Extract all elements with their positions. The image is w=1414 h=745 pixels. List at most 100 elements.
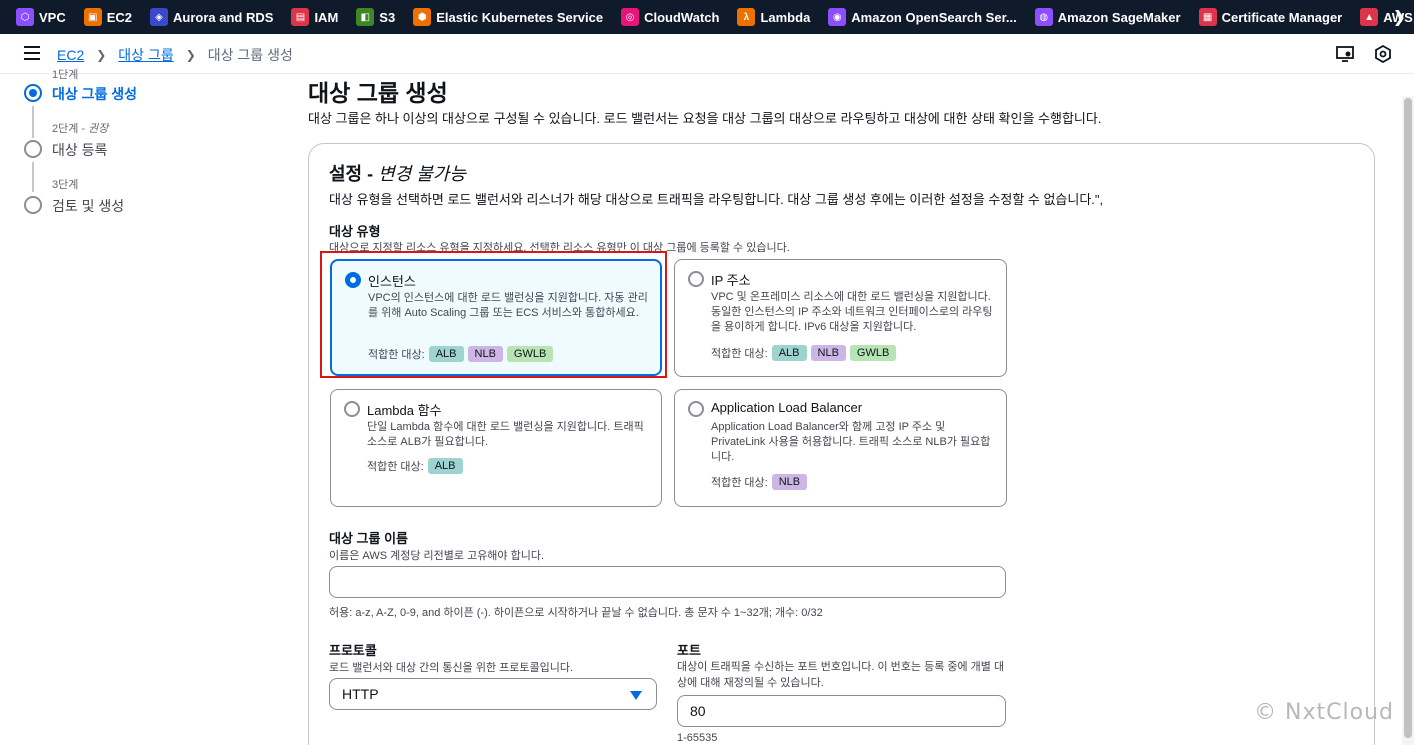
target-type-ip-tile[interactable]: IP 주소 VPC 및 온프레미스 리소스에 대한 로드 밸런싱을 지원합니다.… (674, 259, 1007, 377)
target-type-instances-tile[interactable]: 인스턴스 VPC의 인스턴스에 대한 로드 밸런싱을 지원합니다. 자동 관리를… (330, 259, 662, 376)
vpc-icon: ⬡ (16, 8, 34, 26)
step3-sublabel: 3단계 (52, 179, 79, 191)
nlb-badge: NLB (771, 474, 808, 490)
chevron-right-icon: ❯ (185, 48, 196, 62)
page-scrollbar[interactable] (1402, 96, 1414, 745)
protocol-select[interactable]: HTTP (329, 678, 657, 710)
tile-name: IP 주소 (711, 273, 751, 288)
favorite-label: Aurora and RDS (173, 9, 274, 25)
favorite-label: Amazon SageMaker (1057, 9, 1181, 25)
page-title: 대상 그룹 생성 (308, 80, 448, 106)
tile-fits: 적합한 대상: ALB NLB GWLB (711, 345, 900, 361)
scrollbar-thumb[interactable] (1404, 98, 1412, 738)
favorite-acm[interactable]: ▦ Certificate Manager (1198, 8, 1343, 26)
port-description: 대상이 트래픽을 수신하는 포트 번호입니다. 이 번호는 등록 중에 개별 대… (677, 661, 1005, 689)
favorite-iam[interactable]: ▤ IAM (291, 8, 338, 26)
favorite-label: Elastic Kubernetes Service (436, 9, 604, 25)
target-type-lambda-tile[interactable]: Lambda 함수 단일 Lambda 함수에 대한 로드 밸런싱을 지원합니다… (330, 389, 662, 507)
favorite-ec2[interactable]: ▣ EC2 (83, 8, 133, 26)
breadcrumb-current: 대상 그룹 생성 (207, 47, 293, 63)
target-group-name-input[interactable] (329, 566, 1006, 598)
step1-sublabel: 1단계 (52, 69, 79, 81)
favorite-cloudwatch[interactable]: ◎ CloudWatch (621, 8, 719, 26)
port-input[interactable]: 80 (677, 695, 1006, 727)
favorite-opensearch[interactable]: ◉ Amazon OpenSearch Ser... (828, 8, 1017, 26)
settings-title-text: 설정 - (329, 164, 379, 184)
alb-badge: ALB (428, 346, 464, 362)
favorite-sagemaker[interactable]: ◍ Amazon SageMaker (1034, 8, 1181, 26)
page-description: 대상 그룹은 하나 이상의 대상으로 구성될 수 있습니다. 로드 밸런서는 요… (308, 111, 1102, 126)
gwlb-badge: GWLB (849, 345, 897, 361)
tile-fits: 적합한 대상: ALB NLB GWLB (368, 346, 557, 362)
s3-icon: ◧ (356, 8, 375, 26)
ec2-icon: ▣ (83, 8, 102, 26)
breadcrumb-ec2-link[interactable]: EC2 (57, 47, 84, 63)
settings-title-immutable: 변경 불가능 (378, 164, 466, 184)
protocol-label: 프로토콜 (329, 643, 377, 658)
radio-icon[interactable] (344, 401, 360, 417)
radio-icon[interactable] (688, 271, 704, 287)
menu-icon[interactable] (24, 46, 40, 60)
rds-icon: ◈ (150, 8, 169, 26)
sagemaker-icon: ◍ (1034, 8, 1053, 26)
favorite-label: S3 (379, 9, 396, 25)
favorite-label: Amazon OpenSearch Ser... (851, 9, 1017, 25)
display-settings-icon[interactable] (1336, 45, 1354, 63)
breadcrumb-bar: EC2 ❯ 대상 그룹 ❯ 대상 그룹 생성 (0, 34, 1414, 74)
settings-description: 대상 유형을 선택하면 로드 밸런서와 리스너가 해당 대상으로 트래픽을 라우… (329, 192, 1104, 207)
chevron-right-icon: ❯ (96, 48, 107, 62)
step2-sublabel: 2단계 - 권장 (52, 120, 108, 136)
target-type-label: 대상 유형 (329, 224, 381, 239)
step-connector (32, 106, 34, 138)
fit-label: 적합한 대상: (367, 461, 424, 473)
breadcrumb: EC2 ❯ 대상 그룹 ❯ 대상 그룹 생성 (57, 45, 293, 65)
favorite-label: Certificate Manager (1221, 9, 1343, 25)
target-type-alb-tile[interactable]: Application Load Balancer Application Lo… (674, 389, 1007, 507)
favorite-label: Lambda (760, 9, 811, 25)
step-pending-icon (24, 196, 42, 214)
fit-label: 적합한 대상: (711, 348, 768, 360)
settings-title: 설정 - 변경 불가능 (329, 160, 466, 186)
favorite-eks[interactable]: ⬢ Elastic Kubernetes Service (413, 8, 603, 26)
tile-name: 인스턴스 (368, 274, 416, 289)
tile-description: 단일 Lambda 함수에 대한 로드 밸런싱을 지원합니다. 트래픽 소스로 … (367, 421, 644, 448)
chevron-right-icon[interactable]: ❯ (1393, 7, 1406, 27)
amplify-icon: ▲ (1360, 8, 1379, 26)
tile-description: VPC의 인스턴스에 대한 로드 밸런싱을 지원합니다. 자동 관리를 위해 A… (368, 292, 648, 319)
favorite-label: EC2 (106, 9, 133, 25)
favorite-s3[interactable]: ◧ S3 (356, 8, 395, 26)
favorite-rds[interactable]: ◈ Aurora and RDS (150, 8, 273, 26)
opensearch-icon: ◉ (828, 8, 847, 26)
port-label: 포트 (677, 643, 701, 658)
step-pending-icon (24, 140, 42, 158)
favorite-lambda[interactable]: λ Lambda (737, 8, 810, 26)
step2-sublabel-optional: 권장 (88, 123, 109, 135)
step-connector (32, 162, 34, 192)
fit-label: 적합한 대상: (711, 477, 768, 489)
settings-icon[interactable] (1374, 45, 1392, 63)
cloudwatch-icon: ◎ (621, 8, 640, 26)
radio-icon[interactable] (688, 401, 704, 417)
tile-fits: 적합한 대상: ALB (367, 458, 467, 474)
nlb-badge: NLB (810, 345, 846, 361)
step1-label: 대상 그룹 생성 (52, 86, 138, 102)
settings-panel: 설정 - 변경 불가능 대상 유형을 선택하면 로드 밸런서와 리스너가 해당 … (308, 143, 1375, 745)
favorite-label: CloudWatch (644, 9, 720, 25)
tile-description: Application Load Balancer와 함께 고정 IP 주소 및… (711, 421, 991, 463)
port-value: 80 (690, 703, 706, 719)
step2-sublabel-prefix: 2단계 - (52, 123, 89, 135)
acm-icon: ▦ (1198, 8, 1217, 26)
protocol-description: 로드 밸런서와 대상 간의 통신을 위한 프로토콜입니다. (329, 662, 574, 674)
favorites-bar: ⬡ VPC ▣ EC2 ◈ Aurora and RDS ▤ IAM ◧ S3 ⬢ Elas… (0, 0, 1414, 34)
port-range: 1-65535 (677, 732, 718, 744)
breadcrumb-target-groups-link[interactable]: 대상 그룹 (118, 45, 173, 65)
caret-down-icon (630, 691, 642, 700)
protocol-value: HTTP (342, 686, 379, 702)
fit-label: 적합한 대상: (368, 349, 425, 361)
nlb-badge: NLB (467, 346, 503, 362)
step3-label: 검토 및 생성 (52, 198, 125, 214)
alb-badge: ALB (427, 458, 463, 474)
radio-selected-icon[interactable] (345, 272, 361, 288)
favorite-vpc[interactable]: ⬡ VPC (16, 8, 66, 26)
step-active-icon (24, 84, 42, 102)
